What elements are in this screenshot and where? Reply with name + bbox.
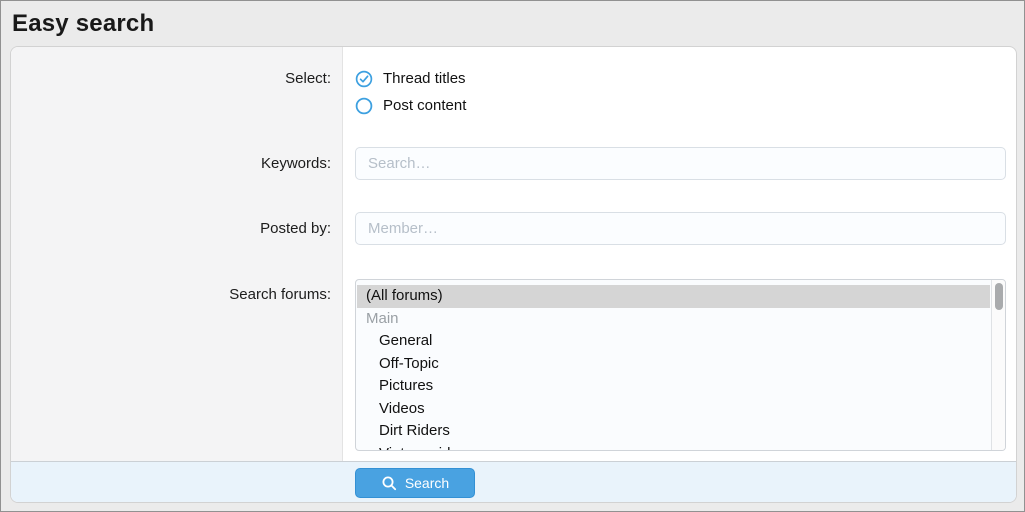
radio-thread-titles-label: Thread titles bbox=[383, 69, 466, 89]
radio-post-content-label: Post content bbox=[383, 96, 466, 116]
search-button[interactable]: Search bbox=[355, 468, 475, 498]
forum-option-dirt-riders[interactable]: Dirt Riders bbox=[357, 420, 990, 443]
search-icon bbox=[381, 475, 398, 492]
scrollbar-thumb[interactable] bbox=[995, 283, 1003, 310]
easy-search-page: Easy search Select: Keywords: Posted by:… bbox=[0, 0, 1025, 512]
radio-checked-icon bbox=[355, 70, 373, 88]
forum-option-pictures[interactable]: Pictures bbox=[357, 375, 990, 398]
radio-thread-titles[interactable]: Thread titles bbox=[355, 69, 466, 89]
select-label: Select: bbox=[11, 69, 343, 89]
forum-list-rows: (All forums) Main General Off-Topic Pict… bbox=[357, 281, 990, 451]
keywords-label: Keywords: bbox=[11, 154, 343, 174]
forum-group-main: Main bbox=[357, 308, 990, 331]
forum-list[interactable]: (All forums) Main General Off-Topic Pict… bbox=[355, 279, 1006, 451]
radio-unchecked-icon bbox=[355, 97, 373, 115]
search-forums-label: Search forums: bbox=[11, 285, 343, 305]
label-column bbox=[11, 47, 343, 461]
form-footer: Search bbox=[11, 461, 1016, 502]
forum-option-videos[interactable]: Videos bbox=[357, 398, 990, 421]
page-title: Easy search bbox=[12, 10, 154, 38]
posted-by-label: Posted by: bbox=[11, 219, 343, 239]
radio-post-content[interactable]: Post content bbox=[355, 96, 466, 116]
forum-option-all-forums[interactable]: (All forums) bbox=[357, 285, 990, 308]
search-form-panel: Select: Keywords: Posted by: Search foru… bbox=[10, 46, 1017, 503]
forum-option-clipped[interactable]: Vintage riders bbox=[357, 443, 990, 452]
keywords-input[interactable] bbox=[355, 147, 1006, 180]
posted-by-input[interactable] bbox=[355, 212, 1006, 245]
forum-option-general[interactable]: General bbox=[357, 330, 990, 353]
forum-list-scrollbar[interactable] bbox=[991, 280, 1005, 450]
forum-option-off-topic[interactable]: Off-Topic bbox=[357, 353, 990, 376]
search-button-label: Search bbox=[405, 475, 449, 491]
